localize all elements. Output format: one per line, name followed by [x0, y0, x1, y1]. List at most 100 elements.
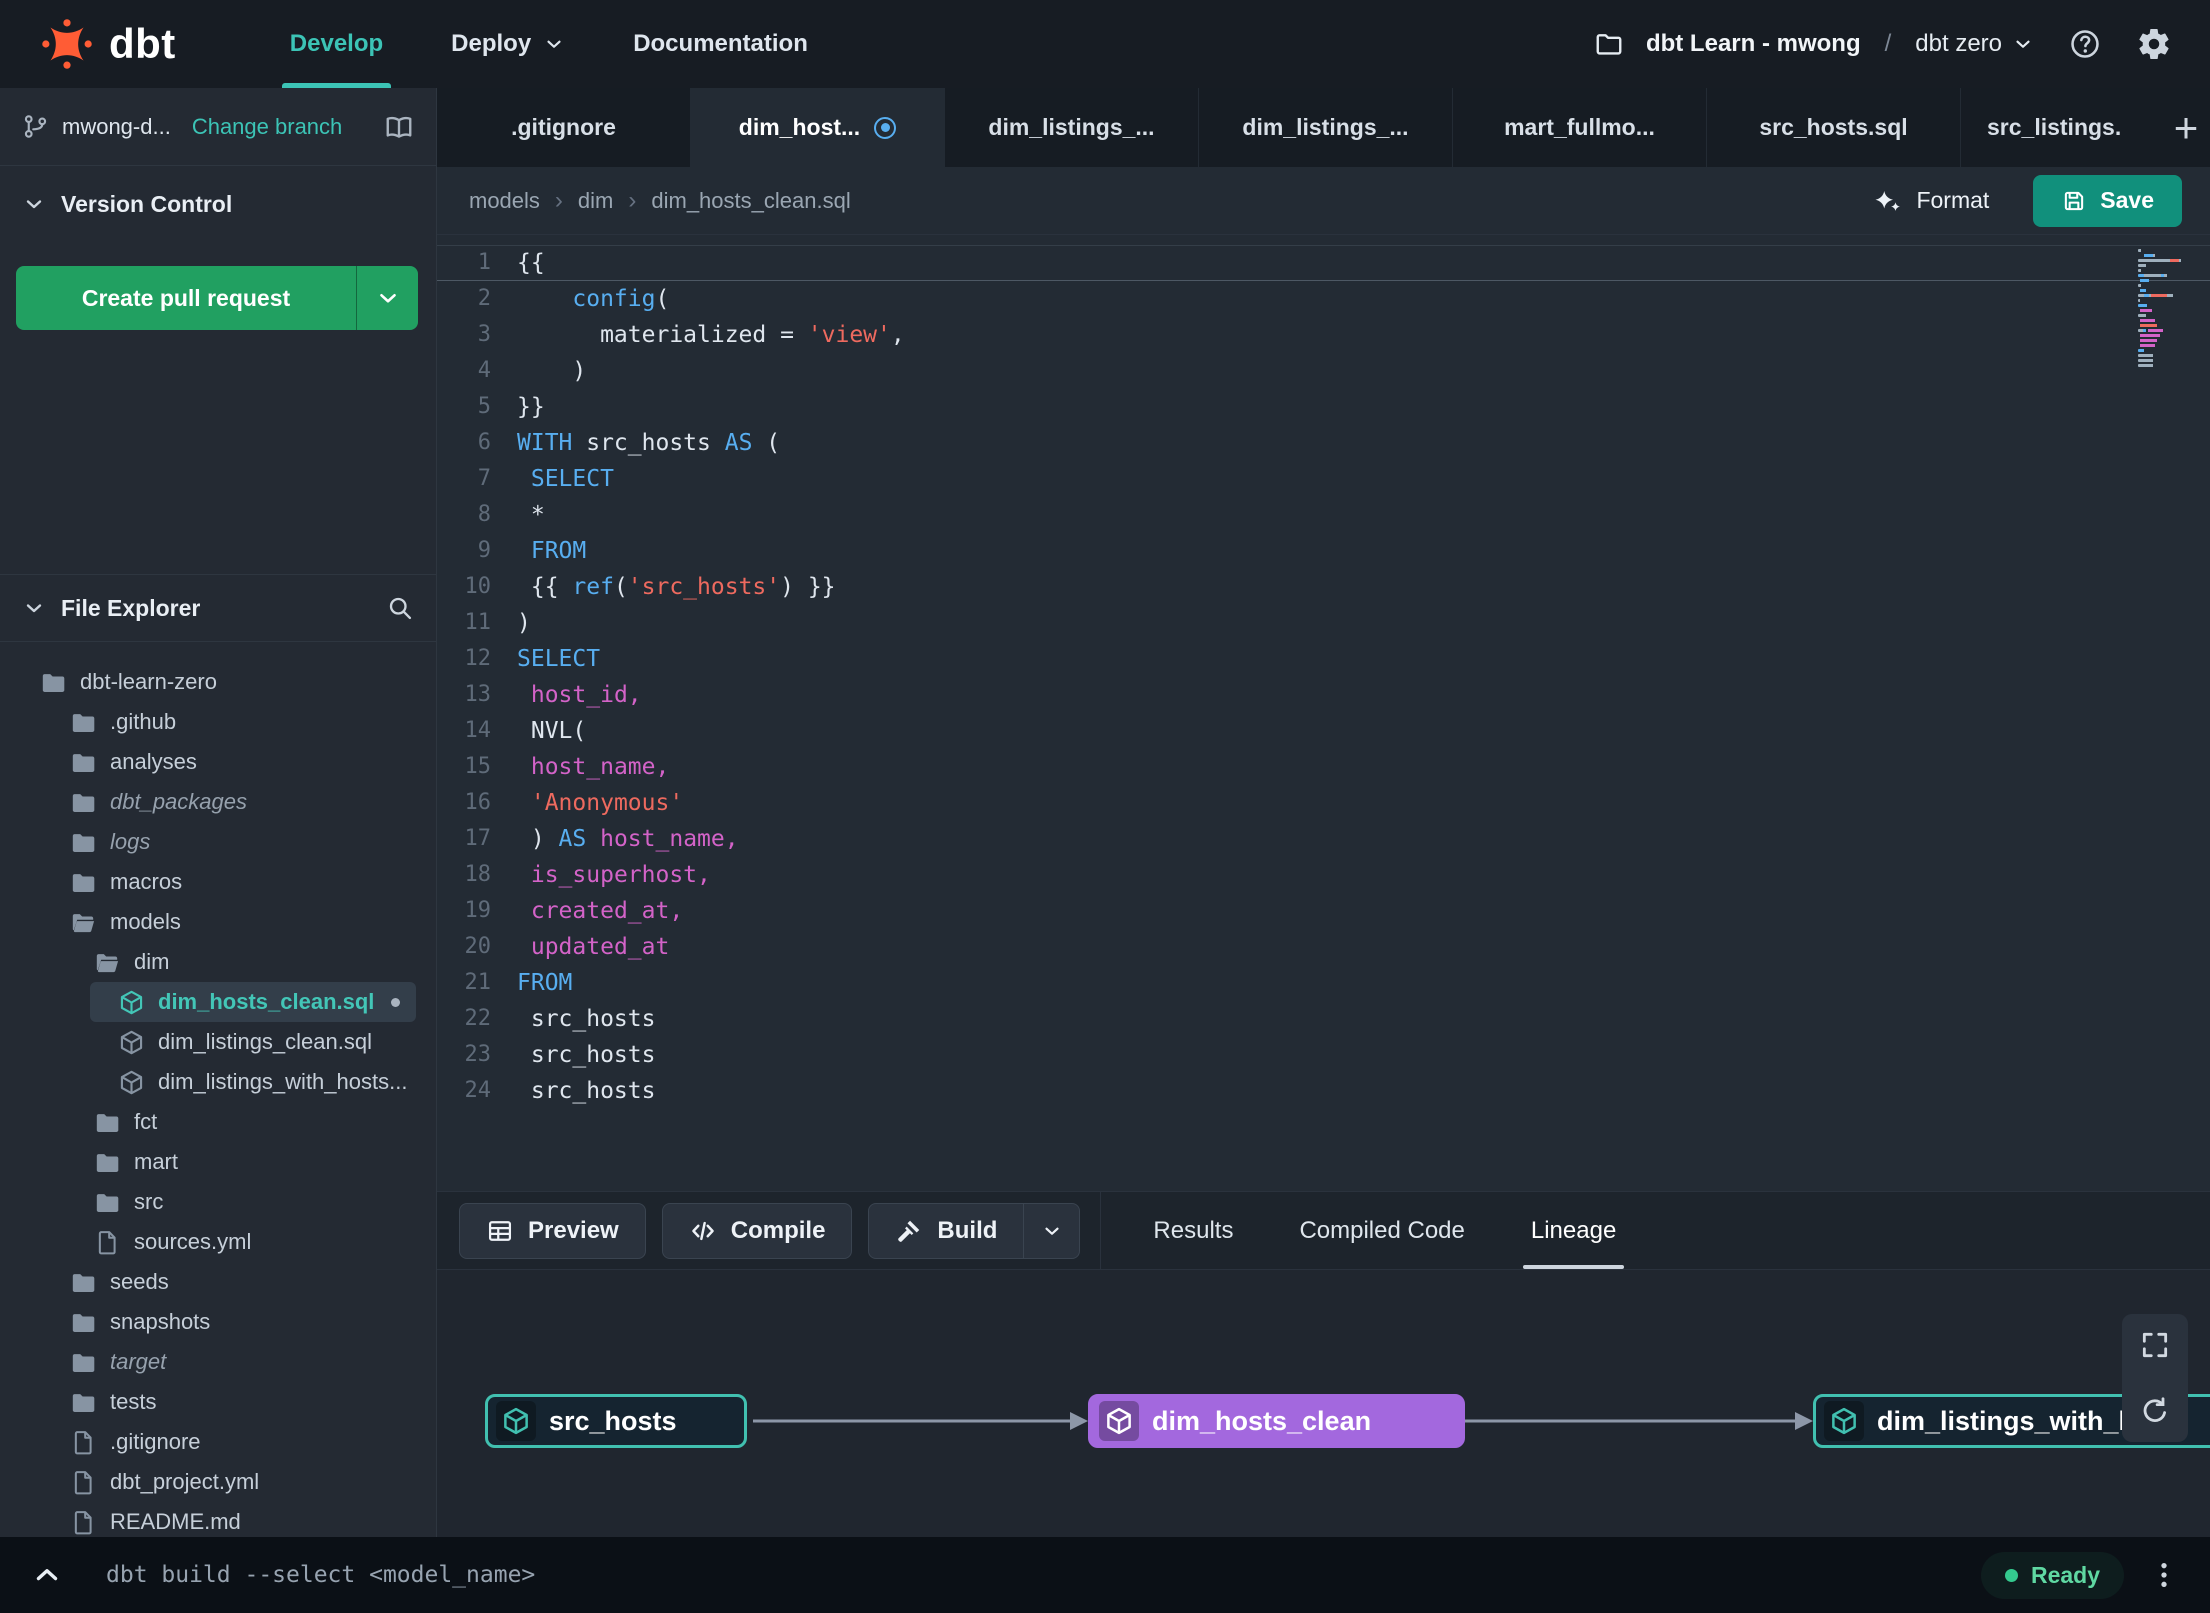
breadcrumb-item-models[interactable]: models — [469, 188, 540, 214]
file-explorer-header[interactable]: File Explorer — [0, 574, 436, 642]
breadcrumb-item-dim[interactable]: dim — [578, 188, 613, 214]
folder-open-icon — [70, 909, 97, 936]
line-text: created_at, — [530, 898, 684, 924]
breadcrumb-item-dim-hosts-clean-sql[interactable]: dim_hosts_clean.sql — [651, 188, 850, 214]
tab-dim-host[interactable]: dim_host... — [691, 88, 945, 167]
nav-item-documentation[interactable]: Documentation — [599, 0, 842, 88]
minimap-line — [2138, 254, 2196, 257]
lineage-node-src-hosts[interactable]: src_hosts — [485, 1394, 747, 1448]
code-line-9: 9 FROM — [437, 533, 2210, 569]
search-icon[interactable] — [386, 594, 414, 622]
fullscreen-icon[interactable] — [2128, 1322, 2182, 1368]
dbt-brand[interactable]: dbt — [40, 17, 176, 71]
line-number: 4 — [477, 358, 491, 383]
editor-column: .gitignore dim_host... dim_listings_... dim… — [437, 88, 2210, 1537]
tree-item-github[interactable]: .github — [0, 702, 436, 742]
version-control-header[interactable]: Version Control — [0, 166, 436, 242]
nav-item-deploy[interactable]: Deploy — [417, 0, 599, 88]
tab-mart-fullmo[interactable]: mart_fullmo... — [1453, 88, 1707, 167]
run-button-label: Build — [937, 1216, 998, 1244]
create-pull-request-button[interactable]: Create pull request — [16, 266, 356, 330]
code-line-13: 13 host_id, — [437, 677, 2210, 713]
minimap-line — [2138, 274, 2196, 277]
docs-book-icon[interactable] — [384, 112, 414, 142]
build-button-main[interactable]: Build — [869, 1217, 1023, 1245]
lineage-canvas[interactable]: src_hosts dim_hosts_clean dim_listings_wit… — [437, 1269, 2210, 1537]
tree-item-analyses[interactable]: analyses — [0, 742, 436, 782]
reset-view-icon[interactable] — [2128, 1388, 2182, 1434]
tree-item-gitignore[interactable]: .gitignore — [0, 1422, 436, 1462]
tab-src-listings[interactable]: src_listings. — [1961, 88, 2161, 167]
lineage-node-dim-hosts-clean[interactable]: dim_hosts_clean — [1088, 1394, 1465, 1448]
code-icon — [689, 1217, 717, 1245]
tab-src-hosts-sql[interactable]: src_hosts.sql — [1707, 88, 1961, 167]
tree-item-readme-md[interactable]: README.md — [0, 1502, 436, 1537]
line-number: 19 — [464, 898, 492, 923]
tree-item-logs[interactable]: logs — [0, 822, 436, 862]
main-nav: Develop Deploy Documentation — [256, 0, 842, 88]
panel-tab-results[interactable]: Results — [1153, 1192, 1233, 1269]
project-selector[interactable]: dbt zero — [1915, 30, 2034, 58]
file-icon — [70, 1509, 97, 1536]
tree-item-dim[interactable]: dim — [0, 942, 436, 982]
create-pull-request-caret-button[interactable] — [356, 266, 418, 330]
line-number: 18 — [464, 862, 492, 887]
chevron-up-icon[interactable] — [30, 1558, 64, 1592]
status-badge: Ready — [1980, 1551, 2124, 1599]
change-branch-link[interactable]: Change branch — [192, 114, 342, 140]
tree-item-dim-listings-clean-sql[interactable]: dim_listings_clean.sql — [0, 1022, 436, 1062]
panel-tab-compiled-code[interactable]: Compiled Code — [1299, 1192, 1464, 1269]
tree-item-dim-hosts-clean-sql[interactable]: dim_hosts_clean.sql — [90, 982, 416, 1022]
tree-item-snapshots[interactable]: snapshots — [0, 1302, 436, 1342]
preview-button-main[interactable]: Preview — [460, 1217, 645, 1245]
tab-dim-listings[interactable]: dim_listings_... — [1199, 88, 1453, 167]
top-navbar: dbt Develop Deploy Documentation dbt Learn… — [0, 0, 2210, 88]
tree-item-src[interactable]: src — [0, 1182, 436, 1222]
compile-button-main[interactable]: Compile — [663, 1217, 852, 1245]
folder-icon — [70, 829, 97, 856]
build-button[interactable]: Build — [868, 1202, 1081, 1259]
version-control-title: Version Control — [61, 190, 233, 217]
create-pull-request-split-button: Create pull request — [16, 266, 418, 330]
model-cube-icon — [118, 989, 145, 1016]
minimap-line — [2138, 314, 2196, 317]
format-button[interactable]: Format — [1873, 186, 1989, 216]
tree-item-tests[interactable]: tests — [0, 1382, 436, 1422]
panel-tab-lineage[interactable]: Lineage — [1522, 1192, 1625, 1269]
tree-item-mart[interactable]: mart — [0, 1142, 436, 1182]
save-button[interactable]: Save — [2033, 174, 2182, 227]
tree-item-dim-listings-with-hosts[interactable]: dim_listings_with_hosts... — [0, 1062, 436, 1102]
new-tab-button[interactable]: + — [2162, 88, 2210, 167]
editor-minimap[interactable] — [2138, 249, 2196, 369]
minimap-line — [2138, 309, 2196, 312]
tree-item-macros[interactable]: macros — [0, 862, 436, 902]
tab-gitignore[interactable]: .gitignore — [437, 88, 691, 167]
command-input[interactable]: dbt build --select <model_name> — [106, 1562, 535, 1588]
nav-item-develop[interactable]: Develop — [256, 0, 417, 88]
tree-item-label: fct — [134, 1109, 158, 1134]
code-editor[interactable]: 1{{2 config(3 materialized = 'view', 4 ) 5… — [437, 235, 2210, 1191]
tree-item-fct[interactable]: fct — [0, 1102, 436, 1142]
compile-button[interactable]: Compile — [661, 1202, 853, 1259]
navbar-right: dbt Learn - mwong / dbt zero — [1594, 26, 2172, 62]
tab-label: src_hosts.sql — [1759, 114, 1908, 140]
tree-item-target[interactable]: target — [0, 1342, 436, 1382]
tree-item-dbt-project-yml[interactable]: dbt_project.yml — [0, 1462, 436, 1502]
preview-button[interactable]: Preview — [459, 1202, 646, 1259]
tree-item-seeds[interactable]: seeds — [0, 1262, 436, 1302]
help-button[interactable] — [2068, 27, 2102, 61]
line-number: 13 — [464, 682, 492, 707]
folder-icon — [70, 1269, 97, 1296]
tree-item-dbt-learn-zero[interactable]: dbt-learn-zero — [0, 662, 436, 702]
account-name[interactable]: dbt Learn - mwong — [1646, 30, 1861, 58]
tree-item-models[interactable]: models — [0, 902, 436, 942]
tree-item-sources-yml[interactable]: sources.yml — [0, 1222, 436, 1262]
settings-gear-button[interactable] — [2136, 26, 2172, 62]
minimap-line — [2138, 354, 2196, 357]
line-text: config( — [572, 286, 670, 312]
current-branch[interactable]: mwong-d... — [62, 114, 171, 140]
build-caret-button[interactable] — [1023, 1203, 1079, 1258]
kebab-menu-icon[interactable] — [2148, 1559, 2180, 1591]
tree-item-dbt-packages[interactable]: dbt_packages — [0, 782, 436, 822]
tab-dim-listings[interactable]: dim_listings_... — [945, 88, 1199, 167]
